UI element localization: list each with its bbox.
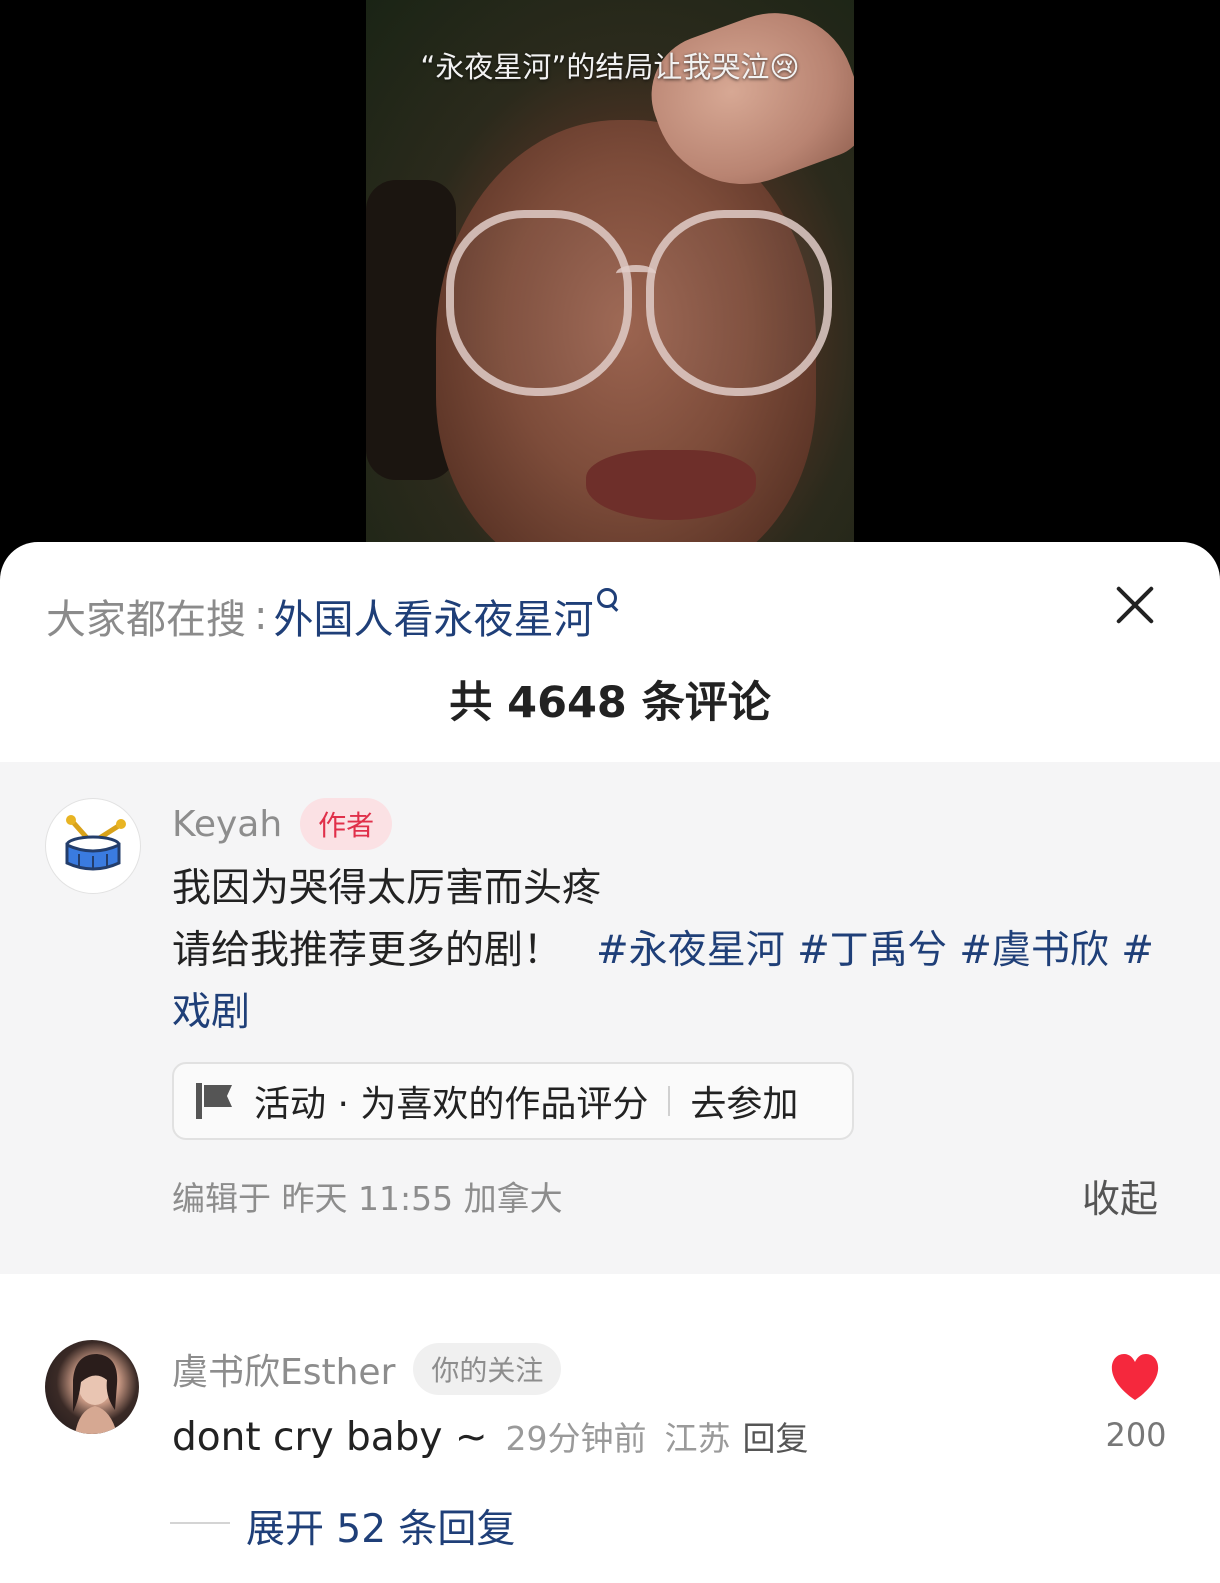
reply-name-row: 虞书欣Esther 你的关注 — [172, 1342, 562, 1396]
drum-icon — [65, 815, 126, 871]
video-mouth — [586, 450, 756, 520]
like-count: 200 — [1105, 1416, 1167, 1454]
author-comment-line1: 我因为哭得太厉害而头疼 — [172, 866, 602, 911]
author-name[interactable]: Keyah — [172, 804, 282, 845]
reply-content-row: dont cry baby ~ 29分钟前 江苏 回复 — [172, 1412, 809, 1460]
video-area[interactable]: “永夜星河”的结局让我哭泣😢 — [0, 0, 1220, 560]
activity-label: 活动 · 为喜欢的作品评分 — [254, 1084, 649, 1125]
search-prefix: 大家都在搜 — [46, 597, 246, 643]
author-name-row: Keyah 作者 — [172, 796, 393, 852]
reply-avatar-portrait — [73, 1354, 118, 1434]
search-term-link[interactable]: 外国人看永夜星河 — [273, 587, 593, 645]
search-suggestion[interactable]: 大家都在搜 : 外国人看永夜星河 — [46, 587, 618, 645]
following-badge: 你的关注 — [413, 1343, 562, 1395]
video-glasses — [446, 210, 832, 400]
reply-text: dont cry baby ~ — [172, 1415, 488, 1460]
author-badge: 作者 — [300, 798, 393, 850]
hashtag-link[interactable]: #虞书欣 — [959, 928, 1109, 973]
flag-icon — [196, 1083, 232, 1119]
author-comment-request: 请给我推荐更多的剧！ — [172, 928, 563, 973]
author-comment-line2: 请给我推荐更多的剧！ #永夜星河 #丁禹兮 #虞书欣 #戏剧 — [172, 920, 1162, 1044]
reply-location: 江苏 — [664, 1419, 731, 1458]
edit-meta: 编辑于 昨天 11:55 加拿大 — [172, 1179, 563, 1218]
activity-join-button[interactable]: 去参加 — [690, 1075, 798, 1127]
author-avatar[interactable] — [45, 798, 141, 894]
activity-divider — [668, 1086, 671, 1116]
author-comment-text: 我因为哭得太厉害而头疼 请给我推荐更多的剧！ #永夜星河 #丁禹兮 #虞书欣 #戏… — [172, 858, 1162, 1044]
comment-count: 共 4648 条评论 — [449, 678, 771, 728]
hashtag-link[interactable]: #永夜星河 — [596, 928, 785, 973]
collapse-button[interactable]: 收起 — [1082, 1168, 1158, 1223]
heart-icon[interactable] — [1108, 1352, 1162, 1402]
hashtag-link[interactable]: #丁禹兮 — [797, 928, 947, 973]
activity-card[interactable]: 活动 · 为喜欢的作品评分 去参加 — [172, 1062, 854, 1140]
expand-divider — [170, 1522, 230, 1524]
reply-avatar[interactable] — [45, 1340, 139, 1434]
expand-replies-button[interactable]: 展开 52 条回复 — [246, 1498, 515, 1554]
reply-author-name[interactable]: 虞书欣Esther — [172, 1343, 395, 1395]
author-comment: Keyah 作者 我因为哭得太厉害而头疼 请给我推荐更多的剧！ #永夜星河 #丁禹… — [0, 762, 1220, 1274]
close-icon[interactable] — [1114, 584, 1156, 626]
reply-time: 29分钟前 — [505, 1419, 647, 1458]
search-colon: : — [254, 593, 268, 639]
search-icon — [597, 588, 618, 608]
reply-button[interactable]: 回复 — [743, 1412, 809, 1460]
comment-sheet: 大家都在搜 : 外国人看永夜星河 共 4648 条评论 Keyah 作者 我因为… — [0, 542, 1220, 1583]
video-caption: “永夜星河”的结局让我哭泣😢 — [420, 50, 800, 84]
